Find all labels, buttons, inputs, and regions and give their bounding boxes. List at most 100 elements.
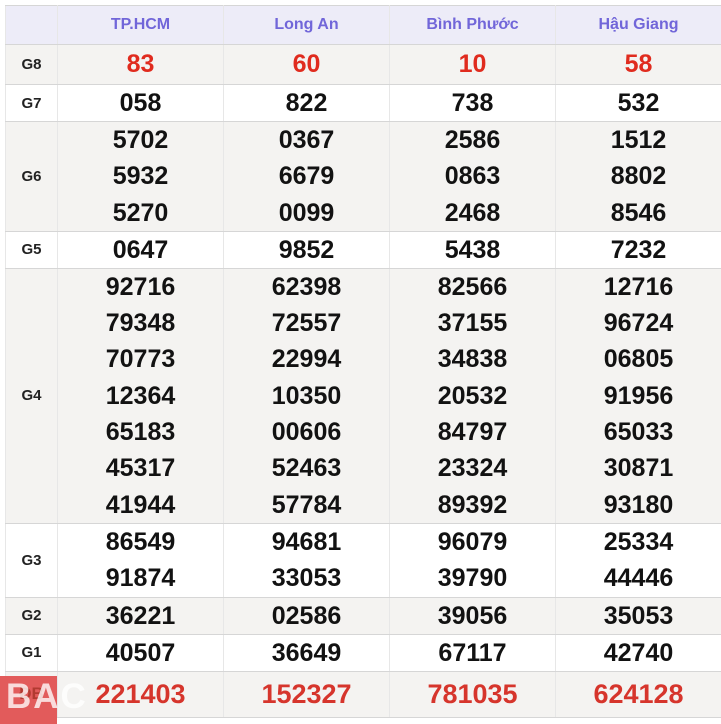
prize-row-g1: G140507366496711742740: [6, 634, 721, 671]
result-number: 12364: [58, 378, 223, 414]
result-number: 822: [224, 85, 389, 121]
result-number: 86549: [58, 524, 223, 561]
result-number: 70773: [58, 341, 223, 377]
result-number: 0647: [58, 232, 223, 268]
result-number: 36221: [58, 598, 223, 634]
result-number: 79348: [58, 305, 223, 341]
result-cell: 36221: [58, 597, 224, 634]
prize-label-text: ĐB: [19, 684, 44, 703]
prize-row-g2: G236221025863905635053: [6, 597, 721, 634]
table-header: TP.HCMLong AnBình PhướcHậu Giang: [6, 6, 721, 45]
result-number: 33053: [224, 560, 389, 597]
result-number: 02586: [224, 598, 389, 634]
prize-label-db: BACĐB: [6, 671, 58, 717]
result-number: 00606: [224, 414, 389, 450]
result-number: 532: [556, 85, 721, 121]
prize-label-g4: G4: [6, 268, 58, 523]
province-column-header[interactable]: Long An: [224, 6, 390, 45]
result-number: 22994: [224, 341, 389, 377]
result-cell: 221403: [58, 671, 224, 717]
table-body: G883601058G7058822738532G657025932527003…: [6, 45, 721, 718]
result-cell: 258608632468: [390, 122, 556, 232]
result-cell: 570259325270: [58, 122, 224, 232]
prize-label-g3: G3: [6, 523, 58, 597]
result-number: 5270: [58, 195, 223, 231]
province-column-header[interactable]: TP.HCM: [58, 6, 224, 45]
result-number: 60: [224, 45, 389, 84]
prize-row-g7: G7058822738532: [6, 85, 721, 122]
result-cell: 10: [390, 45, 556, 85]
result-number: 781035: [390, 672, 555, 717]
result-number: 12716: [556, 269, 721, 305]
result-number: 96079: [390, 524, 555, 561]
prize-label-g2: G2: [6, 597, 58, 634]
prize-row-g8: G883601058: [6, 45, 721, 85]
result-cell: 42740: [556, 634, 721, 671]
result-number: 5438: [390, 232, 555, 268]
result-number: 152327: [224, 672, 389, 717]
result-number: 36649: [224, 635, 389, 671]
result-number: 10: [390, 45, 555, 84]
result-number: 8802: [556, 158, 721, 194]
result-number: 0099: [224, 195, 389, 231]
prize-label-g5: G5: [6, 231, 58, 268]
result-cell: 036766790099: [224, 122, 390, 232]
result-cell: 40507: [58, 634, 224, 671]
result-cell: 5438: [390, 231, 556, 268]
result-number: 06805: [556, 341, 721, 377]
result-number: 62398: [224, 269, 389, 305]
result-cell: 532: [556, 85, 721, 122]
result-number: 83: [58, 45, 223, 84]
prize-label-g7: G7: [6, 85, 58, 122]
province-column-header[interactable]: Hậu Giang: [556, 6, 721, 45]
result-number: 96724: [556, 305, 721, 341]
result-number: 20532: [390, 378, 555, 414]
prize-label-g8: G8: [6, 45, 58, 85]
result-number: 93180: [556, 487, 721, 523]
prize-row-db: BACĐB221403152327781035624128: [6, 671, 721, 717]
result-number: 2586: [390, 122, 555, 158]
result-number: 65033: [556, 414, 721, 450]
result-number: 5932: [58, 158, 223, 194]
prize-label-g6: G6: [6, 122, 58, 232]
results-table: TP.HCMLong AnBình PhướcHậu Giang G883601…: [5, 5, 721, 718]
result-number: 221403: [58, 672, 223, 717]
result-cell: 151288028546: [556, 122, 721, 232]
result-number: 42740: [556, 635, 721, 671]
result-number: 058: [58, 85, 223, 121]
result-number: 65183: [58, 414, 223, 450]
result-cell: 0647: [58, 231, 224, 268]
result-number: 44446: [556, 560, 721, 597]
result-cell: 9852: [224, 231, 390, 268]
result-cell: 781035: [390, 671, 556, 717]
result-number: 82566: [390, 269, 555, 305]
prize-row-g4: G492716793487077312364651834531741944623…: [6, 268, 721, 523]
result-number: 25334: [556, 524, 721, 561]
result-number: 91956: [556, 378, 721, 414]
result-cell: 152327: [224, 671, 390, 717]
result-cell: 60: [224, 45, 390, 85]
result-number: 5702: [58, 122, 223, 158]
result-number: 1512: [556, 122, 721, 158]
result-number: 45317: [58, 450, 223, 486]
province-column-header[interactable]: Bình Phước: [390, 6, 556, 45]
result-number: 34838: [390, 341, 555, 377]
result-number: 2468: [390, 195, 555, 231]
result-number: 23324: [390, 450, 555, 486]
result-cell: 39056: [390, 597, 556, 634]
result-cell: 9468133053: [224, 523, 390, 597]
prize-label-g1: G1: [6, 634, 58, 671]
result-number: 35053: [556, 598, 721, 634]
result-cell: 35053: [556, 597, 721, 634]
prize-row-g3: G386549918749468133053960793979025334444…: [6, 523, 721, 597]
result-cell: 12716967240680591956650333087193180: [556, 268, 721, 523]
result-number: 37155: [390, 305, 555, 341]
result-number: 72557: [224, 305, 389, 341]
result-number: 57784: [224, 487, 389, 523]
result-cell: 7232: [556, 231, 721, 268]
result-number: 41944: [58, 487, 223, 523]
result-number: 89392: [390, 487, 555, 523]
result-cell: 92716793487077312364651834531741944: [58, 268, 224, 523]
result-cell: 8654991874: [58, 523, 224, 597]
result-number: 10350: [224, 378, 389, 414]
